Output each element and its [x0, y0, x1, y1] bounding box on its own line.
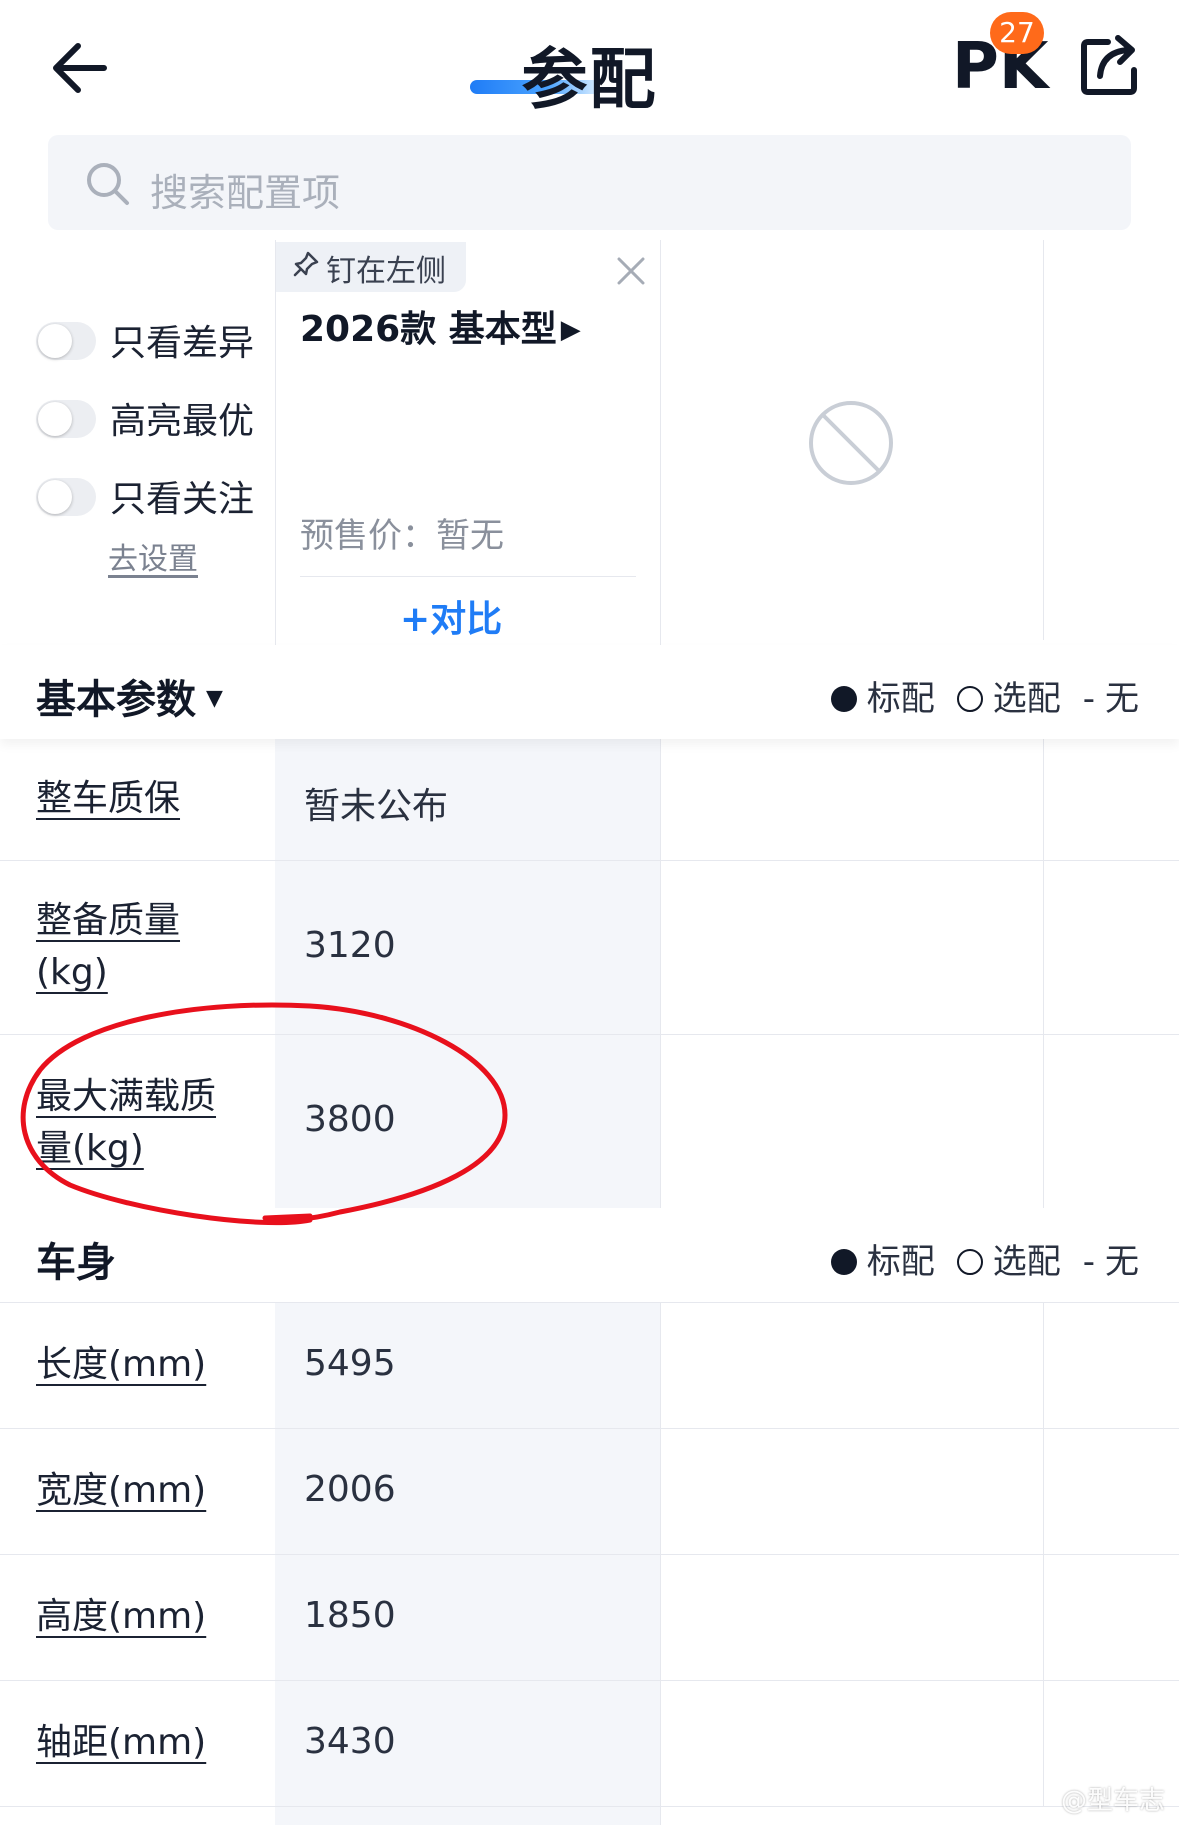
- legend: 标配 选配 - 无: [830, 1234, 1139, 1283]
- row-label[interactable]: 整备质量(kg): [36, 895, 246, 999]
- watermark: @型车志: [1060, 1786, 1165, 1816]
- table-row-partial: [0, 1807, 1179, 1825]
- legend-optional: 选配: [992, 1242, 1061, 1282]
- remove-car-button[interactable]: [612, 252, 650, 290]
- pin-icon: [292, 250, 320, 278]
- table-row: 最大满载质量(kg) 3800: [0, 1035, 1179, 1209]
- row-label[interactable]: 宽度(mm): [36, 1465, 246, 1517]
- optional-circle-icon: [956, 686, 983, 712]
- row-value: 1850: [304, 1595, 396, 1636]
- legend-none-dash: -: [1082, 679, 1095, 719]
- car-model-name-text: 2026款 基本型: [300, 309, 557, 350]
- legend-none: 无: [1105, 1242, 1139, 1282]
- value-cell-bg: [275, 1807, 660, 1825]
- toggle-knob: [38, 480, 72, 514]
- table-row: 轴距(mm) 3430: [0, 1681, 1179, 1807]
- empty-slot-icon: [806, 398, 896, 488]
- row-value: 5495: [304, 1343, 396, 1384]
- close-icon: [617, 257, 645, 285]
- legend: 标配 选配 - 无: [830, 671, 1139, 720]
- row-value: 3800: [304, 1099, 396, 1140]
- section-header-body: 车身 标配 选配 - 无: [0, 1208, 1179, 1303]
- standard-dot-icon: [830, 686, 857, 712]
- toggle-switch[interactable]: [36, 478, 96, 516]
- section-title: 车身: [36, 1240, 116, 1286]
- pin-left-label: 钉在左侧: [326, 254, 446, 289]
- toggle-switch[interactable]: [36, 322, 96, 360]
- pk-count-badge: 27: [990, 12, 1044, 54]
- legend-none-dash: -: [1082, 1242, 1095, 1282]
- card-divider: [300, 576, 636, 577]
- legend-optional: 选配: [992, 679, 1061, 719]
- search-icon: [84, 160, 132, 208]
- row-value: 暂未公布: [304, 786, 449, 827]
- table-row: 高度(mm) 1850: [0, 1555, 1179, 1681]
- legend-standard: 标配: [866, 679, 935, 719]
- section-header-basic: 基本参数 ▼ 标配 选配 - 无: [0, 645, 1179, 739]
- presale-price: 预售价：暂无: [300, 516, 504, 556]
- toggle-label: 高亮最优: [110, 401, 255, 442]
- share-icon: [1081, 35, 1137, 95]
- toggle-label: 只看关注: [110, 479, 255, 520]
- row-label[interactable]: 最大满载质量(kg): [36, 1071, 246, 1175]
- row-gap: [1043, 861, 1179, 1034]
- section-title-text: 基本参数: [36, 677, 196, 723]
- row-gap: [1043, 1035, 1179, 1208]
- table-row: 整备质量(kg) 3120: [0, 861, 1179, 1035]
- table-row: 整车质保 暂未公布: [0, 739, 1179, 861]
- caret-right-icon: ▶: [560, 315, 581, 345]
- legend-none: 无: [1105, 679, 1139, 719]
- add-compare-button[interactable]: +对比: [400, 590, 502, 642]
- row-value: 2006: [304, 1469, 396, 1510]
- caret-down-icon: ▼: [206, 686, 223, 711]
- table-row: 宽度(mm) 2006: [0, 1429, 1179, 1555]
- row-gap: [1043, 1555, 1179, 1680]
- row-gap: [1043, 1429, 1179, 1554]
- row-label[interactable]: 整车质保: [36, 773, 246, 825]
- row-gap: [1043, 739, 1179, 860]
- column-divider: [1043, 240, 1044, 640]
- table-row: 长度(mm) 5495: [0, 1303, 1179, 1429]
- car-model-name[interactable]: 2026款 基本型 ▶: [300, 300, 581, 352]
- toggle-label: 只看差异: [110, 323, 255, 364]
- toggle-knob: [38, 402, 72, 436]
- row-value: 3430: [304, 1721, 396, 1762]
- optional-circle-icon: [956, 1249, 983, 1275]
- row-label[interactable]: 长度(mm): [36, 1339, 246, 1391]
- legend-standard: 标配: [866, 1242, 935, 1282]
- standard-dot-icon: [830, 1249, 857, 1275]
- row-value: 3120: [304, 925, 396, 966]
- row-gap: [1043, 1303, 1179, 1428]
- search-input[interactable]: 搜索配置项: [150, 162, 340, 217]
- row-label[interactable]: 高度(mm): [36, 1591, 246, 1643]
- section-title[interactable]: 基本参数 ▼: [36, 667, 223, 725]
- toggle-knob: [38, 324, 72, 358]
- go-settings-link[interactable]: 去设置: [108, 534, 198, 578]
- row-label[interactable]: 轴距(mm): [36, 1717, 246, 1769]
- toggle-switch[interactable]: [36, 400, 96, 438]
- share-button[interactable]: [1078, 32, 1144, 98]
